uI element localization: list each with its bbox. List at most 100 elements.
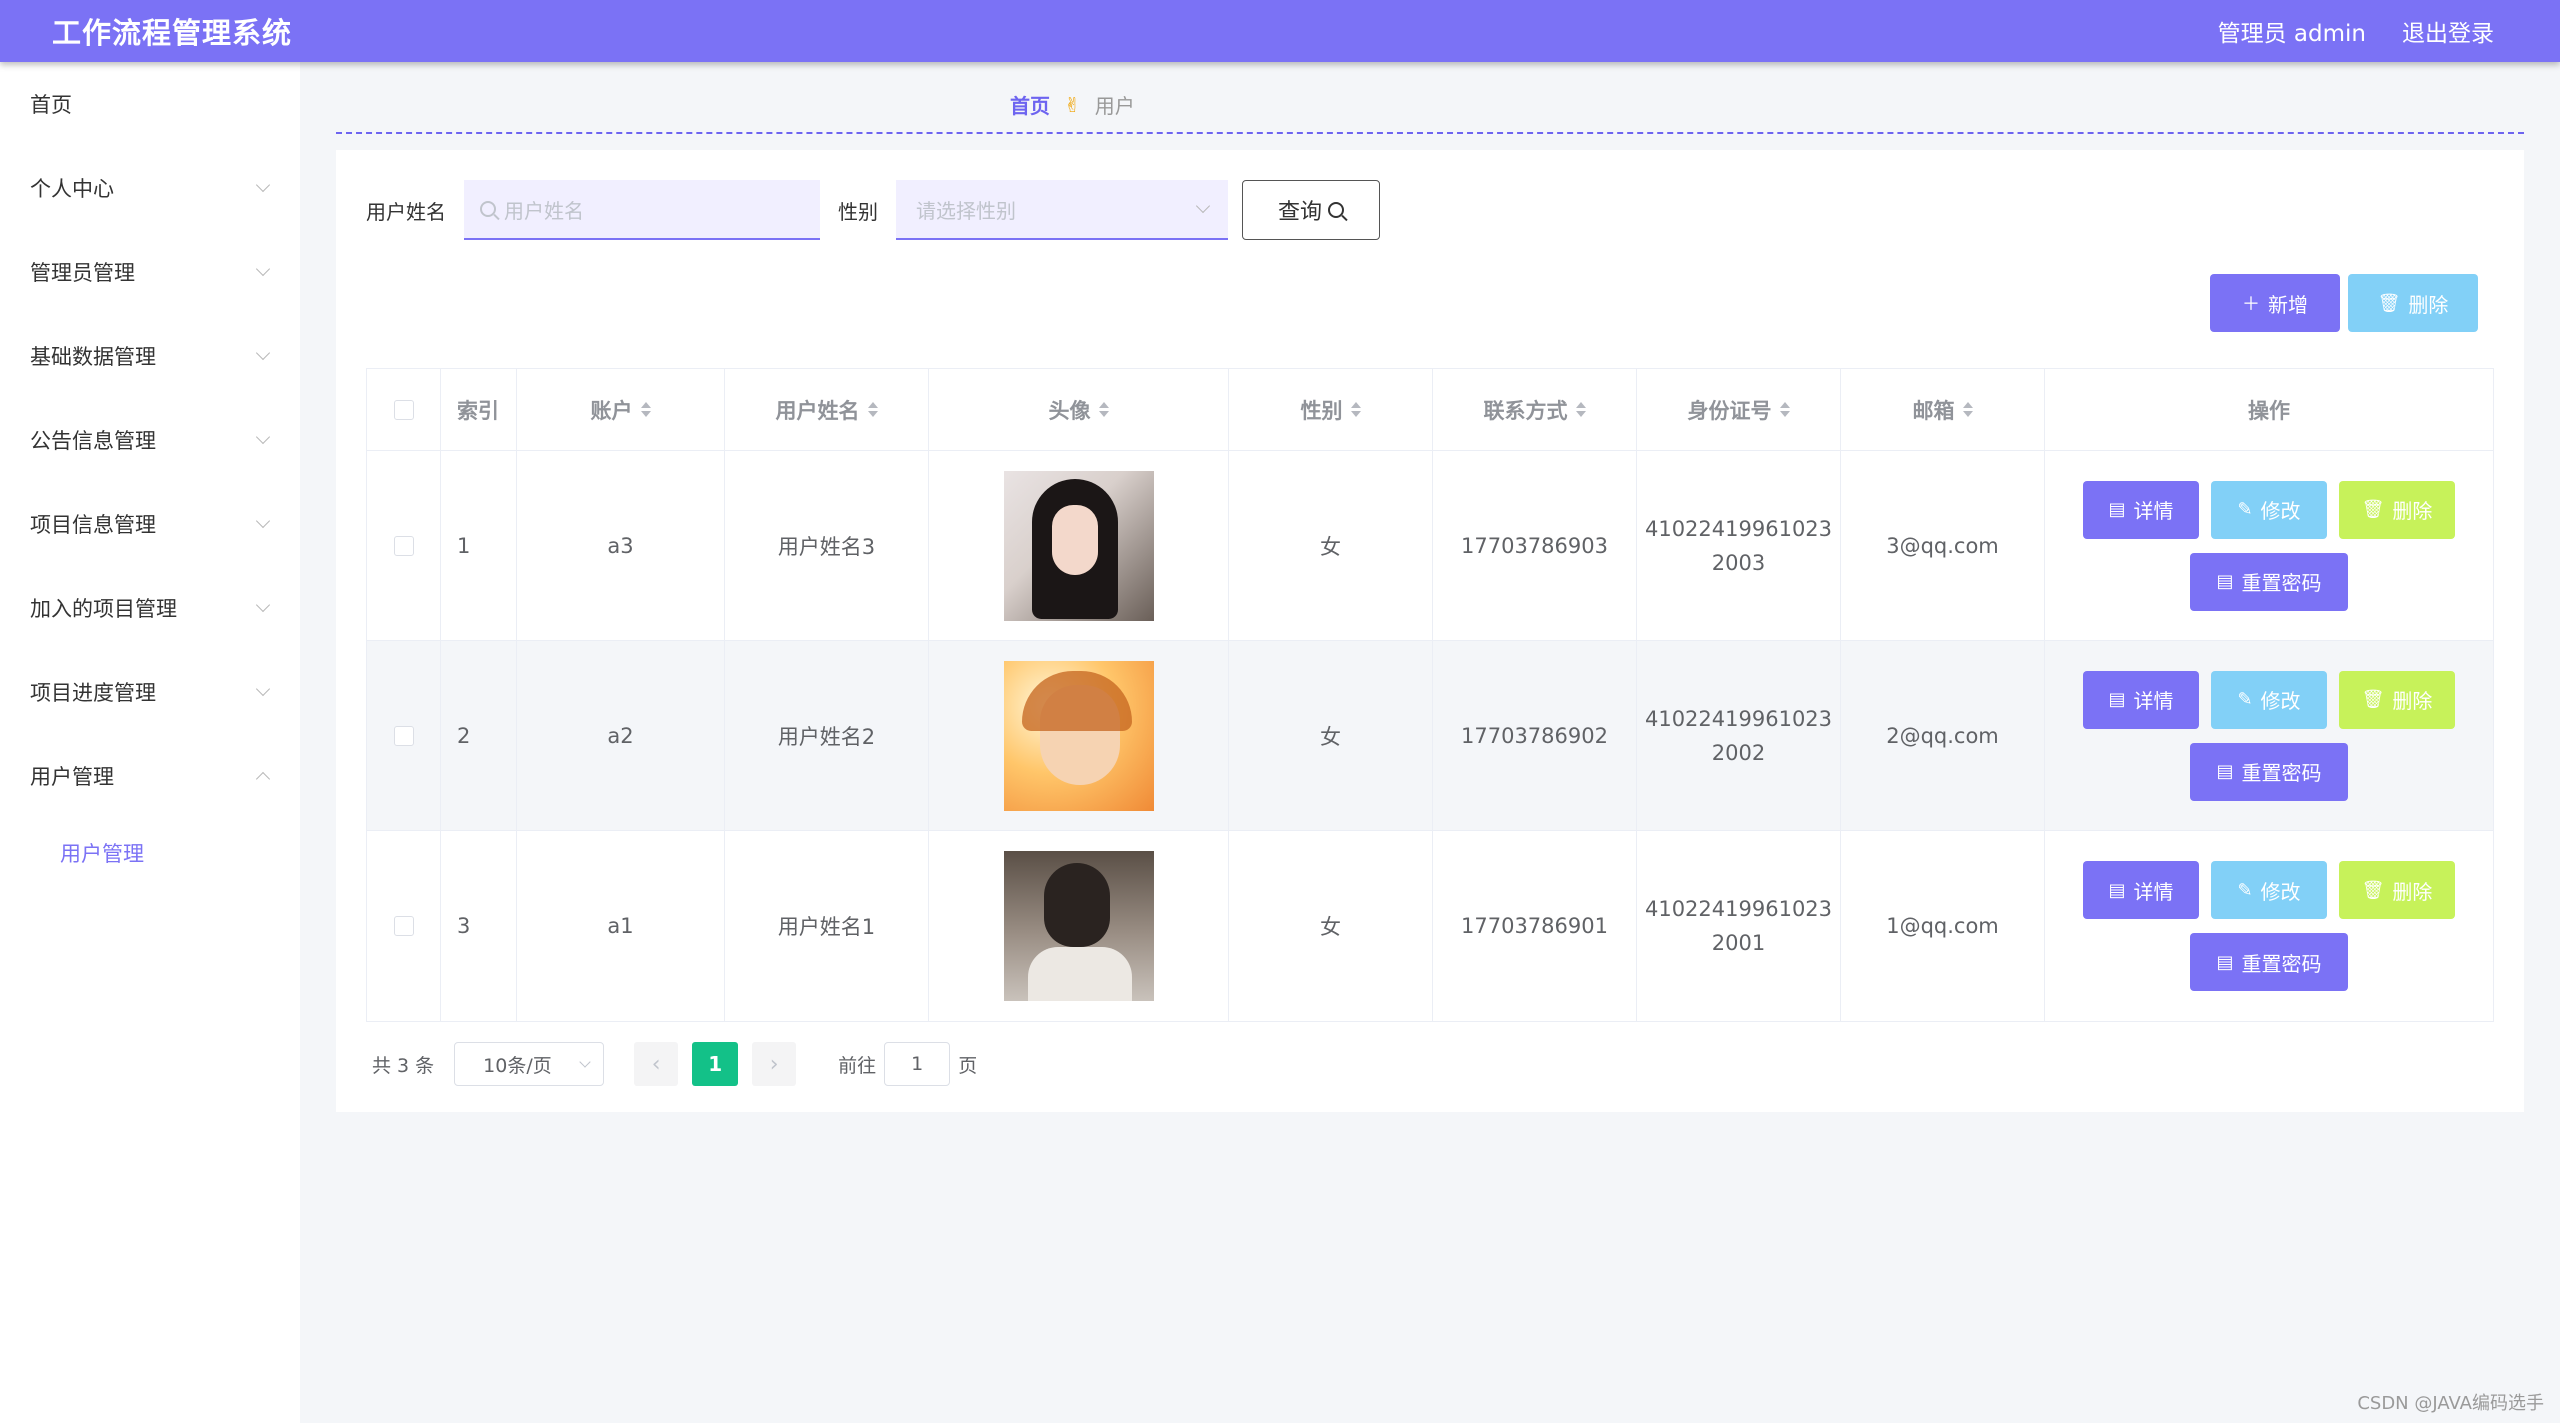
- sort-icon[interactable]: [640, 402, 651, 417]
- plus-icon: ＋: [2242, 294, 2260, 315]
- edit-button[interactable]: ✎ 修改: [2211, 670, 2327, 729]
- header-name[interactable]: 用户姓名: [725, 369, 929, 450]
- logout-button[interactable]: 退出登录: [2402, 14, 2494, 48]
- document-icon: ▤: [2216, 761, 2234, 782]
- header-phone[interactable]: 联系方式: [1433, 369, 1637, 450]
- sidebar-item-users[interactable]: 用户管理: [0, 734, 300, 818]
- edit-label: 修改: [2260, 879, 2301, 904]
- detail-button[interactable]: ▤ 详情: [2083, 480, 2199, 539]
- reset-password-button[interactable]: ▤ 重置密码: [2190, 552, 2348, 611]
- sidebar-item-personal-center[interactable]: 个人中心: [0, 146, 300, 230]
- name-label: 用户姓名: [366, 199, 446, 224]
- sort-icon[interactable]: [867, 402, 878, 417]
- watermark: CSDN @JAVA编码选手: [2357, 1393, 2544, 1414]
- sidebar-item-project-progress[interactable]: 项目进度管理: [0, 650, 300, 734]
- pencil-icon: ✎: [2237, 879, 2253, 901]
- add-button[interactable]: ＋ 新增: [2210, 274, 2340, 332]
- reset-password-button[interactable]: ▤ 重置密码: [2190, 742, 2348, 801]
- app-title: 工作流程管理系统: [52, 16, 293, 50]
- delete-button[interactable]: 🗑 删除: [2339, 861, 2455, 919]
- select-all-checkbox[interactable]: [393, 399, 414, 420]
- cell-id-number: 41022419961023 2002: [1637, 641, 1841, 830]
- header-label: 身份证号: [1687, 398, 1772, 423]
- gender-select[interactable]: 请选择性别: [896, 180, 1228, 240]
- batch-delete-button[interactable]: 🗑 删除: [2348, 274, 2478, 332]
- header-index: 索引: [441, 369, 517, 450]
- header-actions: 操作: [2248, 398, 2290, 423]
- cell-avatar: [929, 451, 1229, 640]
- header-email[interactable]: 邮箱: [1841, 369, 2045, 450]
- cell-name: 用户姓名1: [725, 831, 929, 1021]
- sidebar-item-label: 用户管理: [30, 765, 114, 789]
- detail-button[interactable]: ▤ 详情: [2083, 861, 2199, 919]
- search-icon: [1328, 202, 1344, 218]
- cell-email: 3@qq.com: [1841, 451, 2045, 640]
- name-search-input[interactable]: 用户姓名: [464, 180, 820, 240]
- cell-index: 1: [441, 451, 517, 640]
- header-gender[interactable]: 性别: [1229, 369, 1433, 450]
- breadcrumb-home[interactable]: 首页: [1010, 90, 1050, 119]
- table-row: 1 a3 用户姓名3 女 17703786903 41022419961023 2…: [367, 451, 2493, 641]
- goto-page-input[interactable]: 1: [884, 1042, 951, 1086]
- chevron-down-icon: [255, 681, 271, 697]
- sort-icon[interactable]: [1098, 402, 1109, 417]
- header-id-number[interactable]: 身份证号: [1637, 369, 1841, 450]
- cell-gender: 女: [1229, 451, 1433, 640]
- sidebar-item-projects[interactable]: 项目信息管理: [0, 482, 300, 566]
- sidebar: 首页 个人中心 管理员管理 基础数据管理 公告信息管理 项目信息管理 加入的项目…: [0, 62, 300, 1423]
- sort-icon[interactable]: [1575, 402, 1586, 417]
- avatar[interactable]: [1003, 470, 1154, 621]
- page-size-select[interactable]: 10条/页: [454, 1042, 605, 1086]
- next-page-button[interactable]: ›: [752, 1042, 797, 1086]
- victory-hand-icon: ✌: [1064, 92, 1081, 117]
- reset-label: 重置密码: [2241, 571, 2322, 595]
- row-checkbox[interactable]: [393, 535, 414, 556]
- sidebar-item-label: 加入的项目管理: [30, 597, 177, 621]
- delete-button[interactable]: 🗑 删除: [2339, 480, 2455, 539]
- sidebar-item-admin-management[interactable]: 管理员管理: [0, 230, 300, 314]
- header-avatar[interactable]: 头像: [929, 369, 1229, 450]
- sidebar-item-joined-projects[interactable]: 加入的项目管理: [0, 566, 300, 650]
- document-icon: ▤: [2108, 689, 2126, 710]
- detail-label: 详情: [2133, 499, 2174, 523]
- avatar[interactable]: [1003, 660, 1154, 811]
- prev-page-button[interactable]: ‹: [634, 1042, 679, 1086]
- sidebar-item-home[interactable]: 首页: [0, 62, 300, 146]
- sidebar-item-label: 公告信息管理: [30, 429, 156, 453]
- query-button[interactable]: 查询: [1242, 180, 1380, 240]
- trash-icon: 🗑: [2361, 879, 2385, 901]
- chevron-down-icon: [255, 261, 271, 277]
- gender-placeholder: 请选择性别: [916, 198, 1016, 223]
- row-checkbox[interactable]: [393, 725, 414, 746]
- page-number-active[interactable]: 1: [692, 1042, 739, 1086]
- chevron-down-icon: [255, 345, 271, 361]
- sidebar-subitem-users[interactable]: 用户管理: [0, 818, 300, 888]
- id-line: 41022419961023: [1644, 897, 1833, 921]
- chevron-down-icon: [255, 177, 271, 193]
- edit-label: 修改: [2260, 689, 2301, 713]
- header-account[interactable]: 账户: [517, 369, 725, 450]
- header-label: 性别: [1300, 398, 1343, 423]
- detail-button[interactable]: ▤ 详情: [2083, 670, 2199, 729]
- sort-icon[interactable]: [1350, 402, 1361, 417]
- detail-label: 详情: [2133, 879, 2174, 904]
- row-checkbox[interactable]: [393, 916, 414, 936]
- reset-password-button[interactable]: ▤ 重置密码: [2190, 933, 2348, 991]
- sort-icon[interactable]: [1962, 402, 1973, 417]
- cell-email: 2@qq.com: [1841, 641, 2045, 830]
- edit-button[interactable]: ✎ 修改: [2211, 480, 2327, 539]
- pencil-icon: ✎: [2237, 499, 2253, 520]
- delete-button[interactable]: 🗑 删除: [2339, 670, 2455, 729]
- sidebar-item-label: 项目信息管理: [30, 513, 156, 537]
- delete-label: 删除: [2392, 879, 2433, 904]
- checkbox-cell: [367, 831, 441, 1021]
- cell-gender: 女: [1229, 641, 1433, 830]
- sidebar-item-basic-data[interactable]: 基础数据管理: [0, 314, 300, 398]
- edit-button[interactable]: ✎ 修改: [2211, 861, 2327, 919]
- document-icon: ▤: [2108, 879, 2126, 901]
- document-icon: ▤: [2216, 571, 2234, 592]
- avatar[interactable]: [1003, 851, 1154, 1001]
- search-form: 用户姓名 用户姓名 性别 请选择性别 查询: [366, 180, 1380, 240]
- sidebar-item-announcements[interactable]: 公告信息管理: [0, 398, 300, 482]
- sort-icon[interactable]: [1779, 402, 1790, 417]
